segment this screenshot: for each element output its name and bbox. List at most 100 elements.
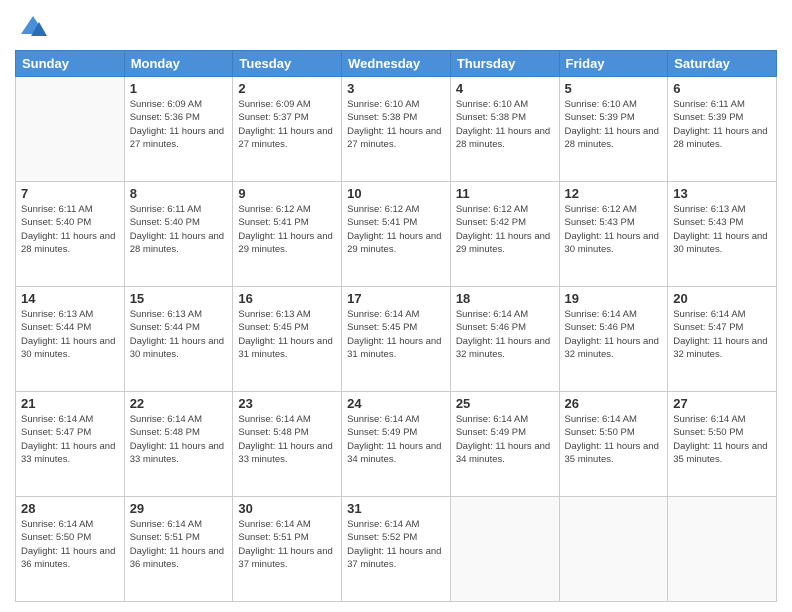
daylight-label: Daylight: 11 hours and 30 minutes. xyxy=(21,336,115,360)
day-number: 13 xyxy=(673,186,771,201)
daylight-label: Daylight: 11 hours and 30 minutes. xyxy=(673,231,767,255)
day-info: Sunrise: 6:13 AM Sunset: 5:43 PM Daylight:… xyxy=(673,203,771,256)
daylight-label: Daylight: 11 hours and 27 minutes. xyxy=(130,126,224,150)
daylight-label: Daylight: 11 hours and 31 minutes. xyxy=(238,336,332,360)
daylight-label: Daylight: 11 hours and 28 minutes. xyxy=(565,126,659,150)
sunrise-label: Sunrise: 6:13 AM xyxy=(21,309,93,320)
day-number: 30 xyxy=(238,501,336,516)
daylight-label: Daylight: 11 hours and 29 minutes. xyxy=(238,231,332,255)
day-number: 9 xyxy=(238,186,336,201)
calendar-cell: 10Sunrise: 6:12 AMSunset: 5:41 PMDayligh… xyxy=(342,182,451,287)
day-number: 22 xyxy=(130,396,228,411)
sunset-label: Sunset: 5:49 PM xyxy=(347,427,417,438)
day-info: Sunrise: 6:14 AMSunset: 5:47 PMDaylight:… xyxy=(673,308,771,361)
sunrise-label: Sunrise: 6:14 AM xyxy=(565,414,637,425)
day-info: Sunrise: 6:11 AM Sunset: 5:40 PM Daylight:… xyxy=(21,203,119,256)
daylight-label: Daylight: 11 hours and 33 minutes. xyxy=(238,441,332,465)
day-number: 26 xyxy=(565,396,663,411)
day-number: 24 xyxy=(347,396,445,411)
calendar-cell: 25Sunrise: 6:14 AMSunset: 5:49 PMDayligh… xyxy=(450,392,559,497)
day-info: Sunrise: 6:14 AMSunset: 5:50 PMDaylight:… xyxy=(673,413,771,466)
day-info: Sunrise: 6:12 AMSunset: 5:41 PMDaylight:… xyxy=(347,203,445,256)
sunrise-label: Sunrise: 6:14 AM xyxy=(347,414,419,425)
sunrise-label: Sunrise: 6:14 AM xyxy=(238,414,310,425)
sunrise-label: Sunrise: 6:14 AM xyxy=(130,414,202,425)
day-info: Sunrise: 6:12 AMSunset: 5:41 PMDaylight:… xyxy=(238,203,336,256)
sunset-label: Sunset: 5:47 PM xyxy=(21,427,91,438)
day-info: Sunrise: 6:10 AMSunset: 5:38 PMDaylight:… xyxy=(456,98,554,151)
day-number: 12 xyxy=(565,186,663,201)
day-number: 23 xyxy=(238,396,336,411)
sunrise-label: Sunrise: 6:12 AM xyxy=(456,204,528,215)
calendar-cell: 1Sunrise: 6:09 AMSunset: 5:36 PMDaylight… xyxy=(124,77,233,182)
sunset-label: Sunset: 5:48 PM xyxy=(238,427,308,438)
day-header-friday: Friday xyxy=(559,51,668,77)
calendar-cell: 7 Sunrise: 6:11 AM Sunset: 5:40 PM Daylight… xyxy=(16,182,125,287)
daylight-label: Daylight: 11 hours and 32 minutes. xyxy=(565,336,659,360)
sunset-label: Sunset: 5:45 PM xyxy=(238,322,308,333)
sunset-label: Sunset: 5:46 PM xyxy=(456,322,526,333)
sunrise-label: Sunrise: 6:09 AM xyxy=(238,99,310,110)
sunset-label: Sunset: 5:51 PM xyxy=(238,532,308,543)
sunset-label: Sunset: 5:44 PM xyxy=(130,322,200,333)
day-number: 6 xyxy=(673,81,771,96)
sunrise-label: Sunrise: 6:11 AM xyxy=(130,204,202,215)
day-number: 7 xyxy=(21,186,119,201)
day-info: Sunrise: 6:14 AMSunset: 5:49 PMDaylight:… xyxy=(347,413,445,466)
calendar-cell: 6 Sunrise: 6:11 AMSunset: 5:39 PMDaylight… xyxy=(668,77,777,182)
week-row-3: 21Sunrise: 6:14 AMSunset: 5:47 PMDayligh… xyxy=(16,392,777,497)
sunrise-label: Sunrise: 6:10 AM xyxy=(456,99,528,110)
calendar-cell: 20Sunrise: 6:14 AMSunset: 5:47 PMDayligh… xyxy=(668,287,777,392)
sunrise-label: Sunrise: 6:14 AM xyxy=(347,519,419,530)
daylight-label: Daylight: 11 hours and 28 minutes. xyxy=(456,126,550,150)
daylight-label: Daylight: 11 hours and 28 minutes. xyxy=(673,126,767,150)
calendar-cell: 22Sunrise: 6:14 AMSunset: 5:48 PMDayligh… xyxy=(124,392,233,497)
day-info: Sunrise: 6:11 AMSunset: 5:39 PMDaylight:… xyxy=(673,98,771,151)
header xyxy=(15,10,777,42)
day-header-monday: Monday xyxy=(124,51,233,77)
calendar-cell: 5Sunrise: 6:10 AMSunset: 5:39 PMDaylight… xyxy=(559,77,668,182)
calendar-cell: 27Sunrise: 6:14 AMSunset: 5:50 PMDayligh… xyxy=(668,392,777,497)
day-info: Sunrise: 6:13 AMSunset: 5:44 PMDaylight:… xyxy=(130,308,228,361)
day-info: Sunrise: 6:14 AM Sunset: 5:46 PM Daylight:… xyxy=(456,308,554,361)
calendar-cell: 15 Sunrise: 6:13 AMSunset: 5:44 PMDayligh… xyxy=(124,287,233,392)
sunset-label: Sunset: 5:43 PM xyxy=(673,217,743,228)
daylight-label: Daylight: 11 hours and 36 minutes. xyxy=(130,546,224,570)
sunrise-label: Sunrise: 6:12 AM xyxy=(565,204,637,215)
sunrise-label: Sunrise: 6:14 AM xyxy=(456,309,528,320)
day-number: 3 xyxy=(347,81,445,96)
logo-text xyxy=(15,14,47,42)
daylight-label: Daylight: 11 hours and 27 minutes. xyxy=(238,126,332,150)
sunset-label: Sunset: 5:40 PM xyxy=(21,217,91,228)
calendar-cell: 18Sunrise: 6:14 AMSunset: 5:46 PMDayligh… xyxy=(450,287,559,392)
sunrise-label: Sunrise: 6:13 AM xyxy=(673,204,745,215)
sunrise-label: Sunrise: 6:09 AM xyxy=(130,99,202,110)
sunrise-label: Sunrise: 6:14 AM xyxy=(21,414,93,425)
daylight-label: Daylight: 11 hours and 34 minutes. xyxy=(456,441,550,465)
sunrise-label: Sunrise: 6:14 AM xyxy=(21,519,93,530)
day-number: 31 xyxy=(347,501,445,516)
daylight-label: Daylight: 11 hours and 30 minutes. xyxy=(130,336,224,360)
calendar-cell: 14Sunrise: 6:13 AMSunset: 5:44 PMDayligh… xyxy=(16,287,125,392)
sunset-label: Sunset: 5:48 PM xyxy=(130,427,200,438)
day-info: Sunrise: 6:13 AM Sunset: 5:45 PM Daylight:… xyxy=(238,308,336,361)
day-number: 8 xyxy=(130,186,228,201)
day-number: 15 xyxy=(130,291,228,306)
daylight-label: Daylight: 11 hours and 28 minutes. xyxy=(21,231,115,255)
day-info: Sunrise: 6:14 AMSunset: 5:47 PMDaylight:… xyxy=(21,413,119,466)
sunrise-label: Sunrise: 6:11 AM xyxy=(21,204,93,215)
daylight-label: Daylight: 11 hours and 32 minutes. xyxy=(456,336,550,360)
daylight-label: Daylight: 11 hours and 29 minutes. xyxy=(347,231,441,255)
day-info: Sunrise: 6:14 AMSunset: 5:52 PMDaylight:… xyxy=(347,518,445,571)
day-number: 5 xyxy=(565,81,663,96)
calendar-cell xyxy=(16,77,125,182)
sunrise-label: Sunrise: 6:14 AM xyxy=(456,414,528,425)
calendar-cell: 12Sunrise: 6:12 AMSunset: 5:43 PMDayligh… xyxy=(559,182,668,287)
calendar-cell: 2Sunrise: 6:09 AMSunset: 5:37 PMDaylight… xyxy=(233,77,342,182)
calendar-table: SundayMondayTuesdayWednesdayThursdayFrid… xyxy=(15,50,777,602)
sunrise-label: Sunrise: 6:13 AM xyxy=(238,309,310,320)
day-info: Sunrise: 6:14 AMSunset: 5:50 PMDaylight:… xyxy=(565,413,663,466)
sunset-label: Sunset: 5:46 PM xyxy=(565,322,635,333)
calendar-cell: 3Sunrise: 6:10 AMSunset: 5:38 PMDaylight… xyxy=(342,77,451,182)
calendar-cell: 13 Sunrise: 6:13 AM Sunset: 5:43 PM Dayligh… xyxy=(668,182,777,287)
